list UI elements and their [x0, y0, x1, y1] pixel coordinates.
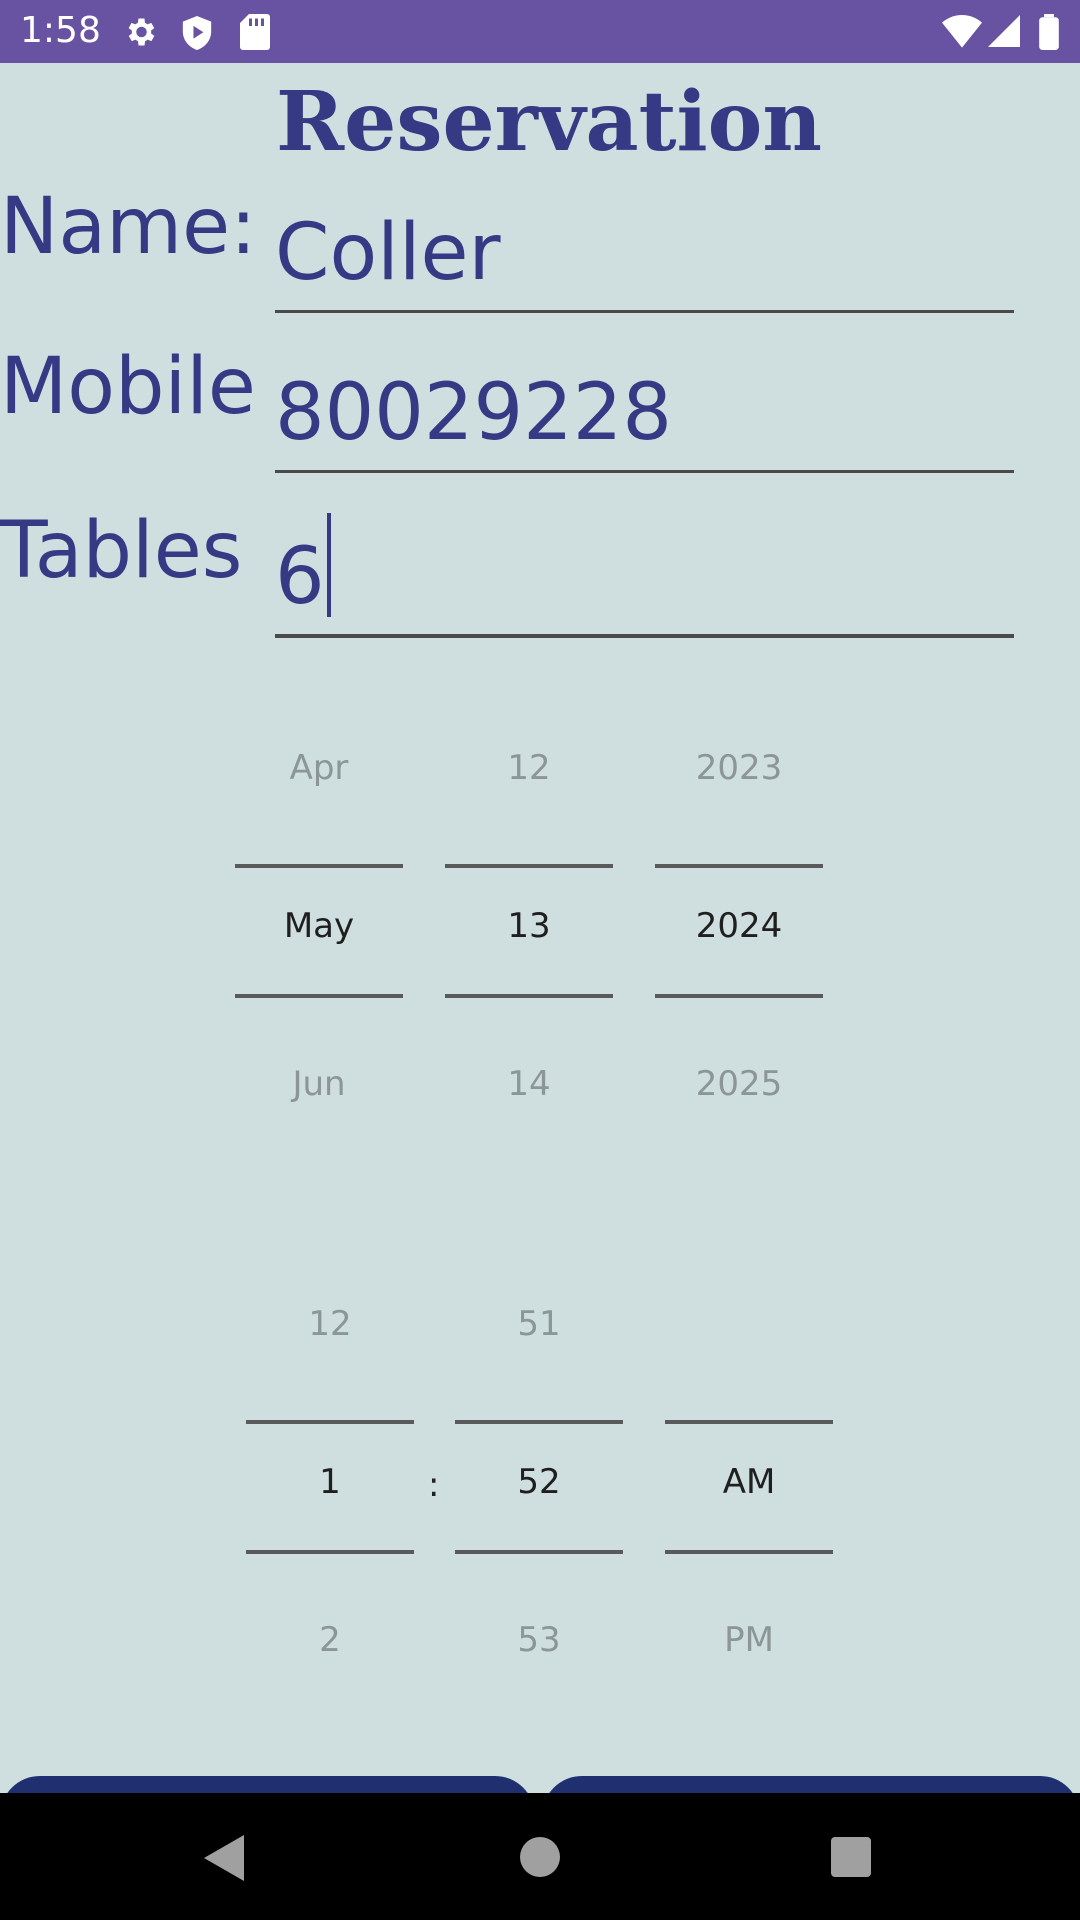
year-divider-top — [655, 864, 823, 868]
hour-selected[interactable]: 1 — [246, 1462, 414, 1502]
ampm-divider-top — [665, 1420, 833, 1424]
status-bar: 1:58 — [0, 0, 1080, 63]
month-selected[interactable]: May — [235, 906, 403, 946]
recents-icon[interactable] — [831, 1837, 871, 1877]
year-next[interactable]: 2025 — [655, 1064, 823, 1104]
page-title: Reservation — [276, 74, 822, 170]
day-next[interactable]: 14 — [445, 1064, 613, 1104]
hour-next[interactable]: 2 — [246, 1620, 414, 1660]
minute-divider-bottom — [455, 1550, 623, 1554]
year-prev[interactable]: 2023 — [655, 748, 823, 788]
minute-divider-top — [455, 1420, 623, 1424]
month-divider-bottom — [235, 994, 403, 998]
hour-divider-bottom — [246, 1550, 414, 1554]
day-divider-bottom — [445, 994, 613, 998]
ampm-divider-bottom — [665, 1550, 833, 1554]
month-next[interactable]: Jun — [235, 1064, 403, 1104]
name-label: Name: — [0, 182, 257, 272]
year-selected[interactable]: 2024 — [655, 906, 823, 946]
name-field[interactable]: Coller — [275, 200, 1014, 313]
back-icon[interactable] — [204, 1835, 244, 1881]
ampm-selected[interactable]: AM — [665, 1462, 833, 1502]
month-prev[interactable]: Apr — [235, 748, 403, 788]
home-icon[interactable] — [520, 1837, 560, 1877]
settings-icon — [128, 18, 155, 46]
text-cursor — [326, 513, 331, 617]
tables-label: Tables — [0, 506, 243, 596]
month-divider-top — [235, 864, 403, 868]
day-prev[interactable]: 12 — [445, 748, 613, 788]
name-value: Coller — [275, 208, 501, 298]
ampm-next[interactable]: PM — [665, 1620, 833, 1660]
hour-prev[interactable]: 12 — [246, 1304, 414, 1344]
time-separator: : — [428, 1465, 440, 1505]
hour-divider-top — [246, 1420, 414, 1424]
minute-selected[interactable]: 52 — [455, 1462, 623, 1502]
mobile-field[interactable]: 80029228 — [275, 360, 1014, 473]
navigation-bar — [0, 1793, 1080, 1920]
tables-value: 6 — [275, 532, 325, 622]
mobile-label: Mobile — [0, 342, 256, 432]
day-divider-top — [445, 864, 613, 868]
minute-next[interactable]: 53 — [455, 1620, 623, 1660]
minute-prev[interactable]: 51 — [455, 1304, 623, 1344]
day-selected[interactable]: 13 — [445, 906, 613, 946]
wifi-icon — [942, 15, 982, 48]
year-divider-bottom — [655, 994, 823, 998]
status-time: 1:58 — [20, 10, 101, 51]
signal-icon — [988, 15, 1020, 47]
shield-play-icon — [182, 16, 212, 50]
battery-icon — [1039, 14, 1059, 50]
sd-card-icon — [240, 14, 270, 50]
mobile-value: 80029228 — [275, 368, 673, 458]
tables-field[interactable]: 6 — [275, 513, 1014, 638]
tables-value-wrap: 6 — [275, 513, 331, 622]
